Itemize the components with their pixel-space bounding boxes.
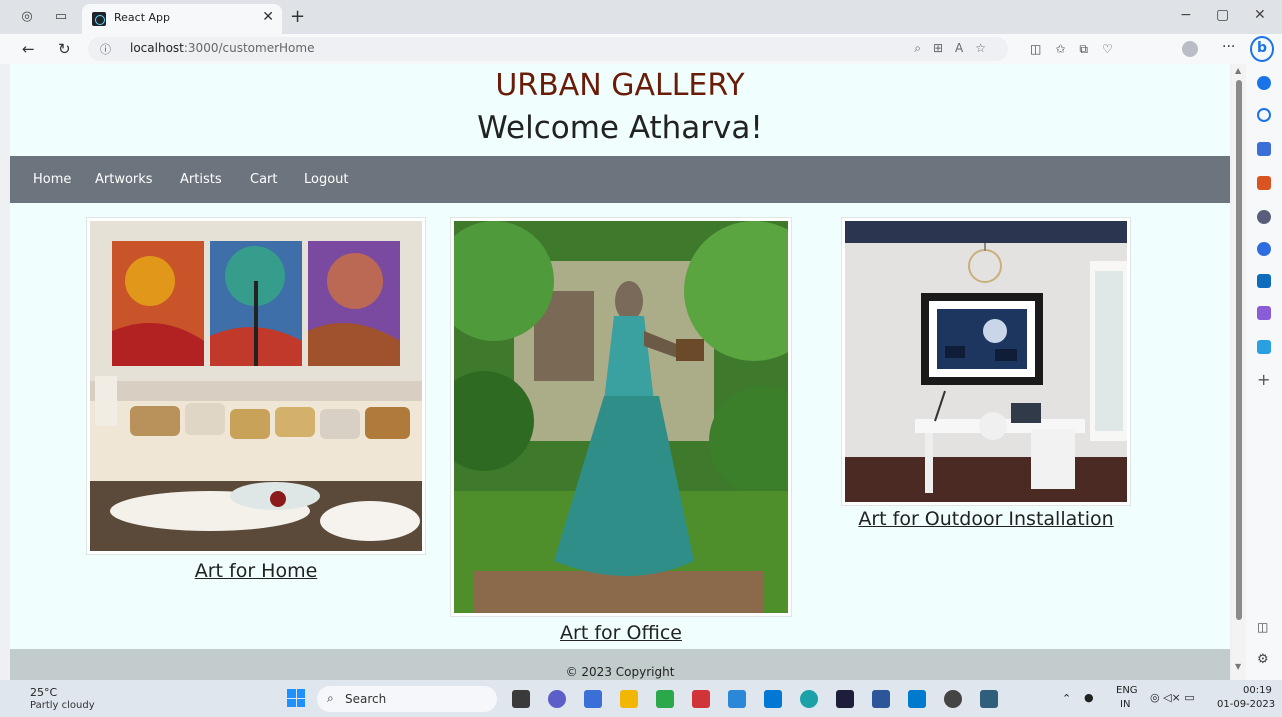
taskbar-search[interactable]: ⌕ Search	[317, 686, 497, 712]
search-icon: ⌕	[327, 691, 334, 705]
network-volume-battery-icons[interactable]: ◎ ◁× ▭	[1150, 691, 1195, 704]
tab-close-icon[interactable]: ✕	[262, 9, 274, 25]
browser-tab-bar: ◎ ▭ React App ✕ + − ▢ ✕	[0, 0, 1282, 34]
tray-overflow-icon[interactable]: ⌃	[1062, 692, 1071, 705]
copilot-icon[interactable]: b	[1250, 36, 1274, 62]
search-label: Search	[345, 692, 387, 706]
weather-description[interactable]: Partly cloudy	[30, 700, 95, 711]
url-path: :3000/customerHome	[183, 41, 315, 55]
card-art-for-home[interactable]	[86, 217, 426, 555]
tools-briefcase-icon[interactable]	[1257, 176, 1271, 190]
address-bar: ← ↻ ⓘ localhost:3000/customerHome ⌕⊞A☆ ◫…	[0, 34, 1282, 64]
welcome-heading: Welcome Atharva!	[477, 110, 763, 146]
address-bar-actions-icons[interactable]: ⌕⊞A☆	[914, 41, 998, 56]
back-icon[interactable]: ←	[22, 40, 35, 58]
weather-temperature[interactable]: 25°C	[30, 686, 57, 699]
tab-actions-icon[interactable]: ▭	[52, 8, 70, 26]
people-icon[interactable]	[1257, 210, 1271, 224]
profile-avatar[interactable]	[1182, 41, 1198, 57]
notifications-icon[interactable]	[1257, 76, 1271, 90]
drop-icon[interactable]	[1257, 340, 1271, 354]
edge-sidebar: + ◫ ⚙	[1246, 64, 1282, 680]
red-app-icon[interactable]	[692, 690, 710, 708]
card-caption-outdoor[interactable]: Art for Outdoor Installation	[841, 508, 1131, 530]
site-info-icon[interactable]: ⓘ	[100, 41, 111, 57]
sidebar-settings-icon[interactable]: ⚙	[1257, 652, 1269, 667]
card-art-for-outdoor-installation[interactable]	[841, 217, 1131, 506]
green-app-icon[interactable]	[656, 690, 674, 708]
url-field[interactable]: ⓘ localhost:3000/customerHome ⌕⊞A☆	[88, 37, 1008, 61]
nav-artworks[interactable]: Artworks	[95, 172, 153, 187]
vscode-icon[interactable]	[908, 690, 926, 708]
language-bottom[interactable]: IN	[1120, 699, 1130, 710]
card-caption-office[interactable]: Art for Office	[450, 622, 792, 644]
close-window-button[interactable]: ✕	[1254, 7, 1266, 23]
nav-logout[interactable]: Logout	[304, 172, 349, 187]
page-viewport: URBAN GALLERY Welcome Atharva! Home Artw…	[10, 64, 1230, 680]
games-icon[interactable]	[1257, 242, 1271, 256]
terminal-icon[interactable]	[836, 690, 854, 708]
edge-icon[interactable]	[800, 690, 818, 708]
toolbar-extensions-icons[interactable]: ◫✩⧉♡	[1030, 42, 1127, 57]
nav-artists[interactable]: Artists	[180, 172, 222, 187]
designer-icon[interactable]	[1257, 306, 1271, 320]
card-caption-home[interactable]: Art for Home	[86, 560, 426, 582]
react-favicon-icon	[92, 12, 106, 26]
hide-sidebar-icon[interactable]: ◫	[1257, 620, 1268, 634]
nav-cart[interactable]: Cart	[250, 172, 278, 187]
sculpture-image	[454, 221, 788, 613]
add-sidebar-app-icon[interactable]: +	[1257, 370, 1270, 389]
tab-react-app[interactable]: React App ✕	[82, 4, 282, 34]
clock-time[interactable]: 00:19	[1243, 685, 1272, 696]
shopping-tag-icon[interactable]	[1257, 142, 1271, 156]
main-navbar: Home Artworks Artists Cart Logout	[10, 156, 1230, 203]
windows-start-icon[interactable]	[287, 689, 305, 707]
language-top[interactable]: ENG	[1116, 685, 1138, 696]
footer-copyright: © 2023 Copyright	[565, 665, 675, 679]
page-scrollbar-thumb[interactable]	[1236, 80, 1242, 620]
tray-app-icon[interactable]: ●	[1084, 691, 1094, 704]
more-menu-button[interactable]: ···	[1222, 39, 1235, 55]
mail-icon[interactable]	[764, 690, 782, 708]
windows-taskbar: 25°C Partly cloudy ⌕ Search ⌃ ● ENG IN ◎…	[0, 680, 1282, 717]
living-room-image	[90, 221, 422, 551]
minimize-button[interactable]: −	[1180, 7, 1192, 23]
card-art-for-office[interactable]	[450, 217, 792, 617]
search-sidebar-icon[interactable]	[1257, 108, 1271, 122]
url-text: localhost:3000/customerHome	[130, 41, 314, 55]
photos-icon[interactable]	[980, 690, 998, 708]
word-icon[interactable]	[872, 690, 890, 708]
office-room-image	[845, 221, 1127, 502]
chrome-like-icon[interactable]	[944, 690, 962, 708]
scroll-up-icon[interactable]: ▲	[1235, 66, 1241, 75]
scroll-down-icon[interactable]: ▼	[1235, 662, 1241, 671]
l-app-icon[interactable]	[728, 690, 746, 708]
clock-date[interactable]: 01-09-2023	[1217, 699, 1275, 710]
tab-title: React App	[114, 11, 171, 24]
task-view-icon[interactable]	[512, 690, 530, 708]
nav-home[interactable]: Home	[33, 172, 71, 187]
new-tab-button[interactable]: +	[290, 6, 305, 27]
url-host: localhost	[130, 41, 184, 55]
file-explorer-icon[interactable]	[620, 690, 638, 708]
restore-button[interactable]: ▢	[1216, 7, 1229, 23]
page-title: URBAN GALLERY	[495, 68, 745, 103]
r-app-icon[interactable]	[584, 690, 602, 708]
refresh-icon[interactable]: ↻	[58, 40, 71, 58]
workspaces-icon[interactable]: ◎	[18, 8, 36, 26]
outlook-icon[interactable]	[1257, 274, 1271, 288]
page-footer: © 2023 Copyright	[10, 649, 1230, 680]
chat-icon[interactable]	[548, 690, 566, 708]
